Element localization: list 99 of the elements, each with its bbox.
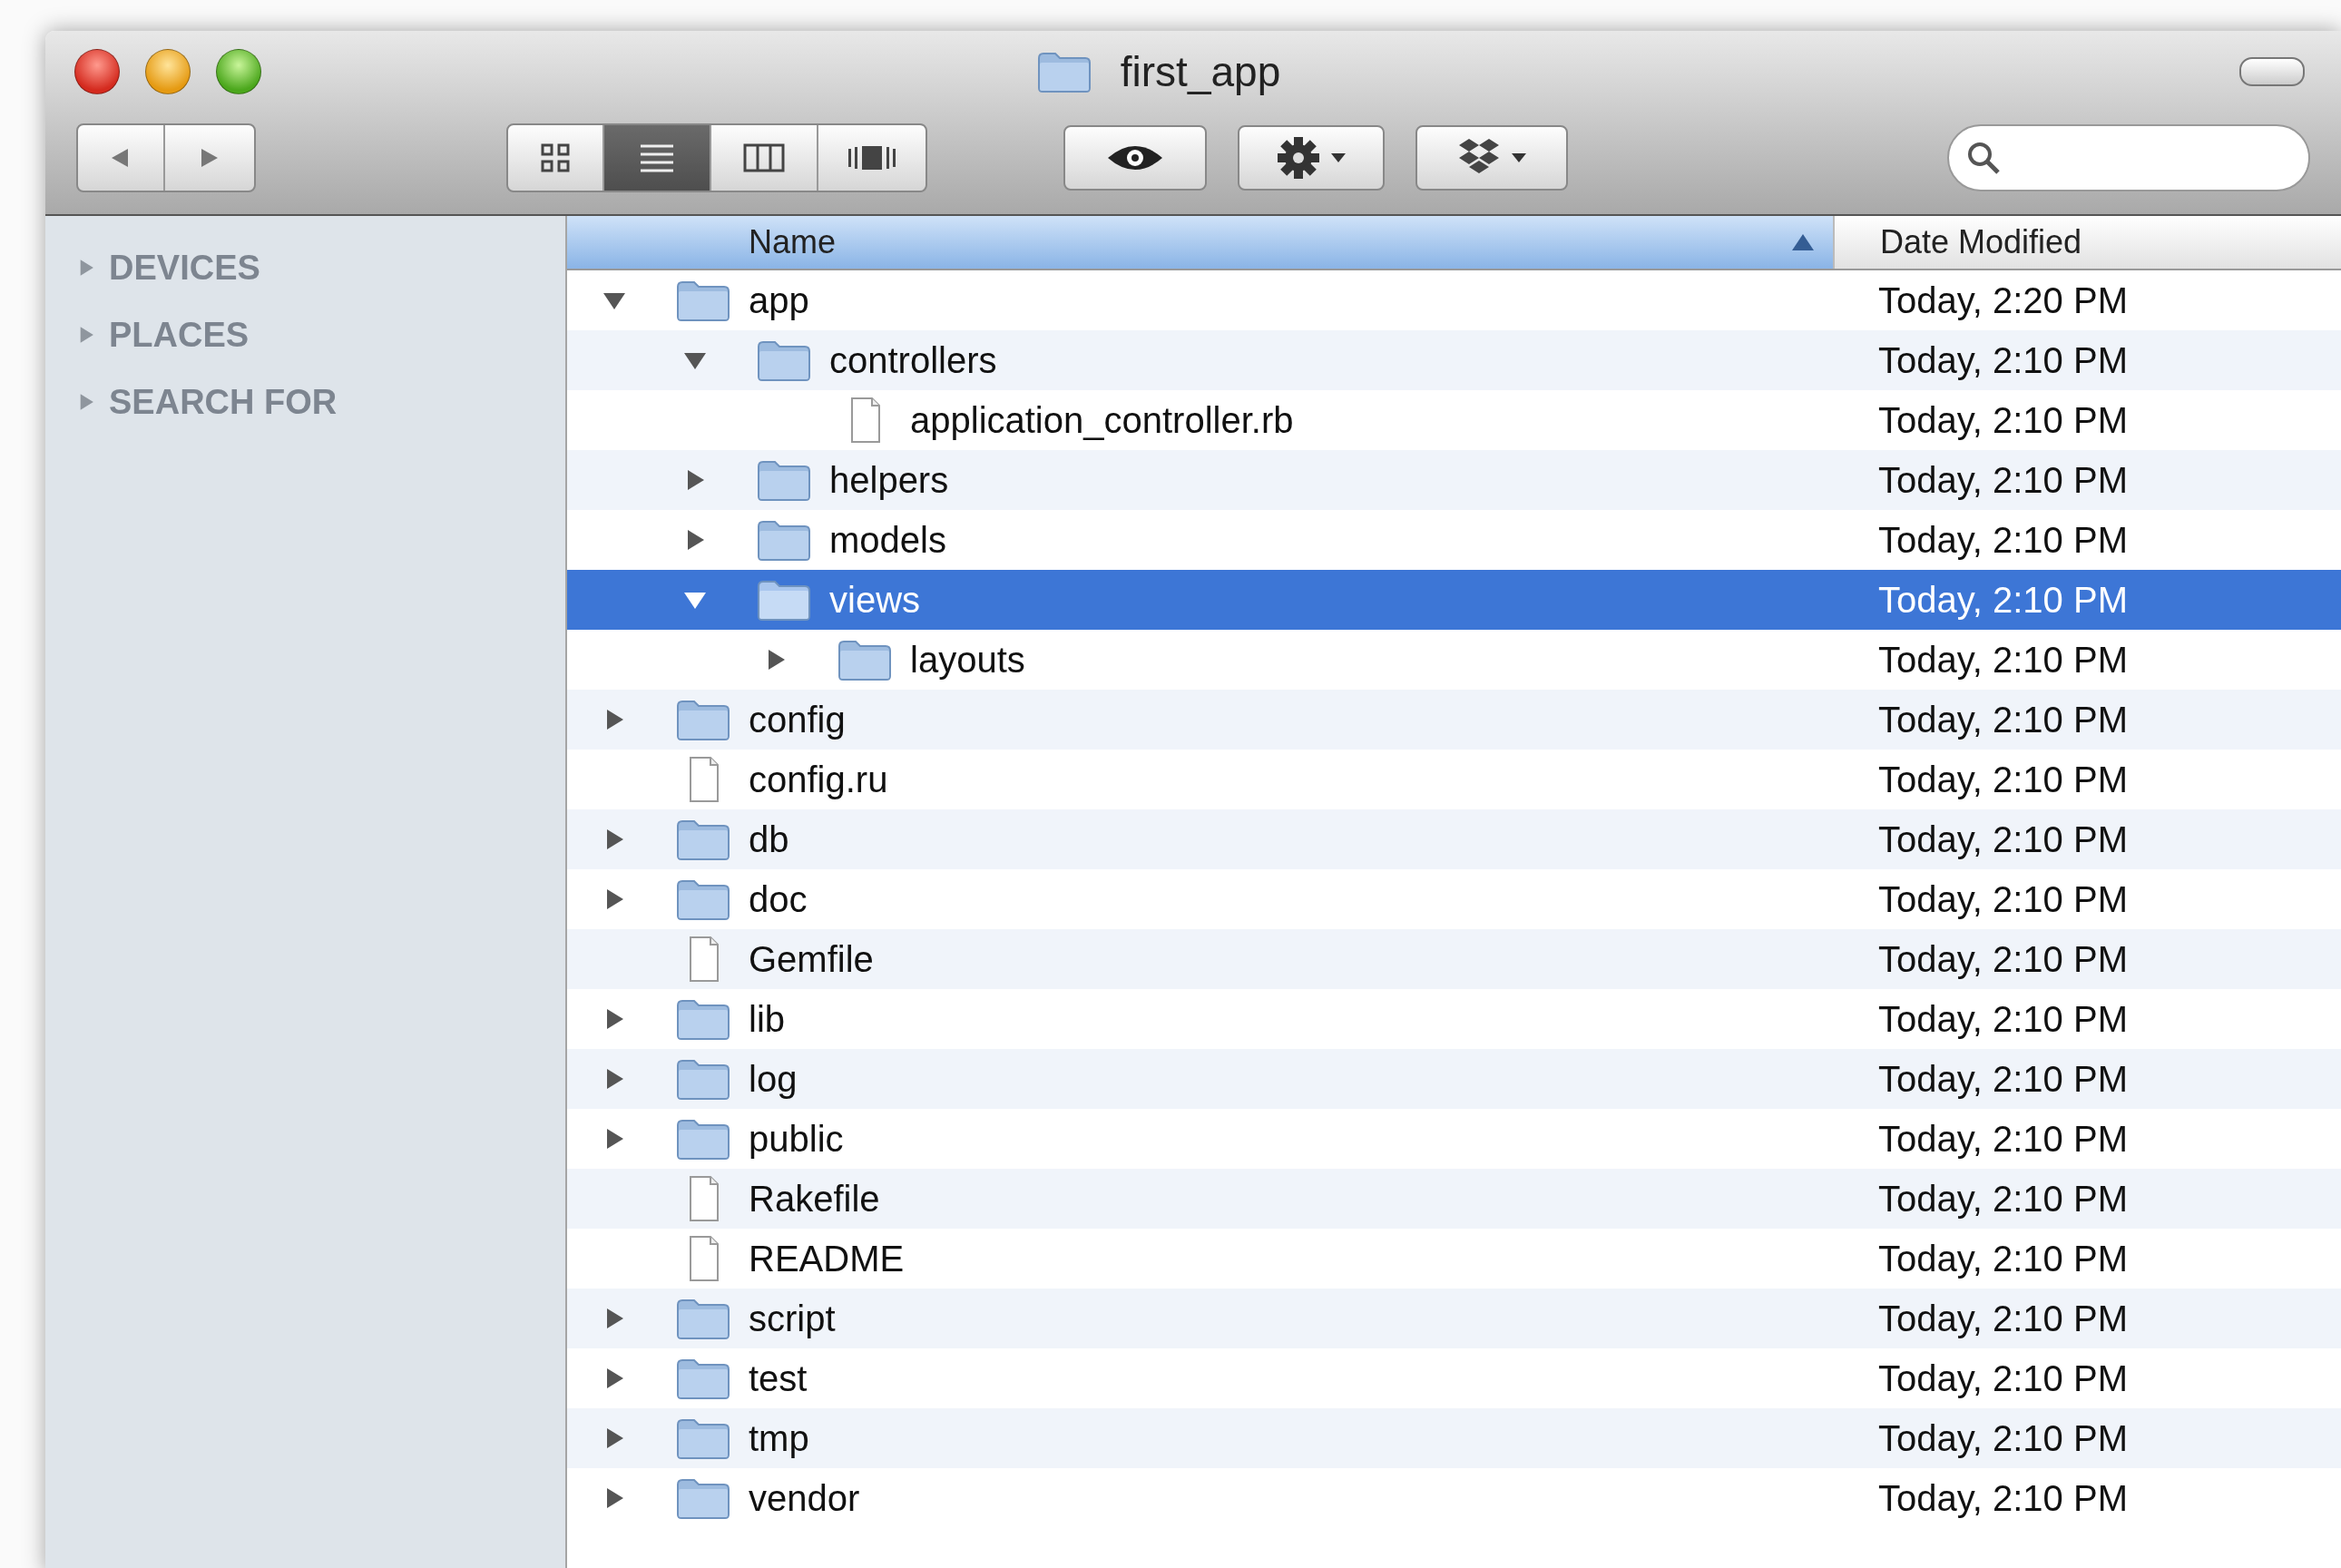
icon-grid-icon (540, 142, 571, 173)
file-row[interactable]: layouts Today, 2:10 PM (567, 630, 2341, 690)
date-modified: Today, 2:10 PM (1877, 938, 2128, 980)
file-name: Rakefile (749, 1178, 880, 1220)
caret-icon (1511, 152, 1527, 163)
date-modified: Today, 2:10 PM (1877, 998, 2128, 1040)
file-name: config (749, 699, 846, 740)
folder-icon (676, 699, 730, 740)
date-modified: Today, 2:10 PM (1877, 818, 2128, 860)
file-row[interactable]: vendor Today, 2:10 PM (567, 1468, 2341, 1528)
date-modified: Today, 2:10 PM (1877, 459, 2128, 501)
date-modified: Today, 2:10 PM (1877, 1477, 2128, 1519)
file-row[interactable]: helpers Today, 2:10 PM (567, 450, 2341, 510)
date-modified: Today, 2:10 PM (1877, 1357, 2128, 1399)
folder-icon (676, 998, 730, 1040)
file-row[interactable]: views Today, 2:10 PM (567, 570, 2341, 630)
file-name: doc (749, 878, 808, 920)
file-row[interactable]: application_controller.rb Today, 2:10 PM (567, 390, 2341, 450)
folder-icon (757, 579, 811, 621)
file-name: models (829, 519, 946, 561)
window-title: first_app (1120, 47, 1281, 96)
action-menu-button[interactable] (1238, 125, 1385, 191)
file-row[interactable]: controllers Today, 2:10 PM (567, 330, 2341, 390)
date-modified: Today, 2:10 PM (1877, 399, 2128, 441)
zoom-button[interactable] (216, 49, 261, 94)
folder-icon (676, 878, 730, 920)
folder-icon (837, 639, 892, 681)
file-row[interactable]: log Today, 2:10 PM (567, 1049, 2341, 1109)
date-modified: Today, 2:10 PM (1877, 1238, 2128, 1279)
file-name: layouts (910, 639, 1025, 681)
gear-icon (1276, 135, 1321, 181)
folder-icon (676, 1417, 730, 1459)
date-modified: Today, 2:10 PM (1877, 1178, 2128, 1220)
file-name: controllers (829, 339, 997, 381)
caret-icon (1330, 152, 1347, 163)
file-name: config.ru (749, 759, 888, 800)
file-row[interactable]: app Today, 2:20 PM (567, 270, 2341, 330)
date-modified: Today, 2:10 PM (1877, 519, 2128, 561)
file-row[interactable]: public Today, 2:10 PM (567, 1109, 2341, 1169)
file-name: views (829, 579, 921, 621)
column-header[interactable]: Name (567, 216, 1833, 269)
date-modified: Today, 2:10 PM (1877, 1298, 2128, 1339)
file-name: helpers (829, 459, 949, 501)
date-modified: Today, 2:10 PM (1877, 339, 2128, 381)
close-button[interactable] (74, 49, 120, 94)
folder-icon (676, 279, 730, 321)
date-modified: Today, 2:10 PM (1877, 639, 2128, 681)
file-name: app (749, 279, 809, 321)
folder-icon (757, 339, 811, 381)
folder-icon (676, 818, 730, 860)
file-name: test (749, 1357, 808, 1399)
folder-icon (757, 459, 811, 501)
file-name: application_controller.rb (910, 399, 1294, 441)
date-modified: Today, 2:10 PM (1877, 1058, 2128, 1100)
sort-arrow-icon (1791, 233, 1815, 251)
file-row[interactable]: db Today, 2:10 PM (567, 809, 2341, 869)
date-modified: Today, 2:10 PM (1877, 579, 2128, 621)
quick-look-button[interactable] (1063, 125, 1207, 191)
file-row[interactable]: tmp Today, 2:10 PM (567, 1408, 2341, 1468)
date-modified: Today, 2:10 PM (1877, 1118, 2128, 1160)
file-row[interactable]: doc Today, 2:10 PM (567, 869, 2341, 929)
date-modified: Today, 2:10 PM (1877, 1417, 2128, 1459)
file-row[interactable]: models Today, 2:10 PM (567, 510, 2341, 570)
file-row[interactable]: test Today, 2:10 PM (567, 1348, 2341, 1408)
file-name: public (749, 1118, 844, 1160)
file-name: script (749, 1298, 836, 1339)
file-row[interactable]: Rakefile Today, 2:10 PM (567, 1169, 2341, 1229)
folder-icon (676, 1357, 730, 1399)
file-row[interactable]: lib Today, 2:10 PM (567, 989, 2341, 1049)
columns-icon (743, 142, 785, 173)
file-name: README (749, 1238, 905, 1279)
file-name: tmp (749, 1417, 809, 1459)
file-name: lib (749, 998, 786, 1040)
file-name: Gemfile (749, 938, 874, 980)
file-row[interactable]: README Today, 2:10 PM (567, 1229, 2341, 1289)
view-mode-button[interactable] (604, 125, 711, 191)
folder-icon (676, 1477, 730, 1519)
folder-icon (676, 1118, 730, 1160)
folder-icon (757, 519, 811, 561)
share-menu-button[interactable] (1415, 125, 1568, 191)
file-name: vendor (749, 1477, 860, 1519)
date-modified: Today, 2:20 PM (1877, 279, 2128, 321)
file-row[interactable]: config.ru Today, 2:10 PM (567, 750, 2341, 809)
minimize-button[interactable] (145, 49, 191, 94)
date-modified: Today, 2:10 PM (1877, 878, 2128, 920)
file-row[interactable]: script Today, 2:10 PM (567, 1289, 2341, 1348)
file-row[interactable]: config Today, 2:10 PM (567, 690, 2341, 750)
list-icon (639, 142, 675, 173)
column-header[interactable]: Date Modified (1833, 216, 2341, 269)
file-row[interactable]: Gemfile Today, 2:10 PM (567, 929, 2341, 989)
date-modified: Today, 2:10 PM (1877, 759, 2128, 800)
file-name: log (749, 1058, 798, 1100)
folder-icon (676, 1298, 730, 1339)
search-icon (1965, 140, 2002, 176)
file-name: db (749, 818, 789, 860)
folder-icon (676, 1058, 730, 1100)
date-modified: Today, 2:10 PM (1877, 699, 2128, 740)
toolbar-toggle-button[interactable] (2239, 57, 2305, 86)
folder-icon (1036, 51, 1092, 93)
